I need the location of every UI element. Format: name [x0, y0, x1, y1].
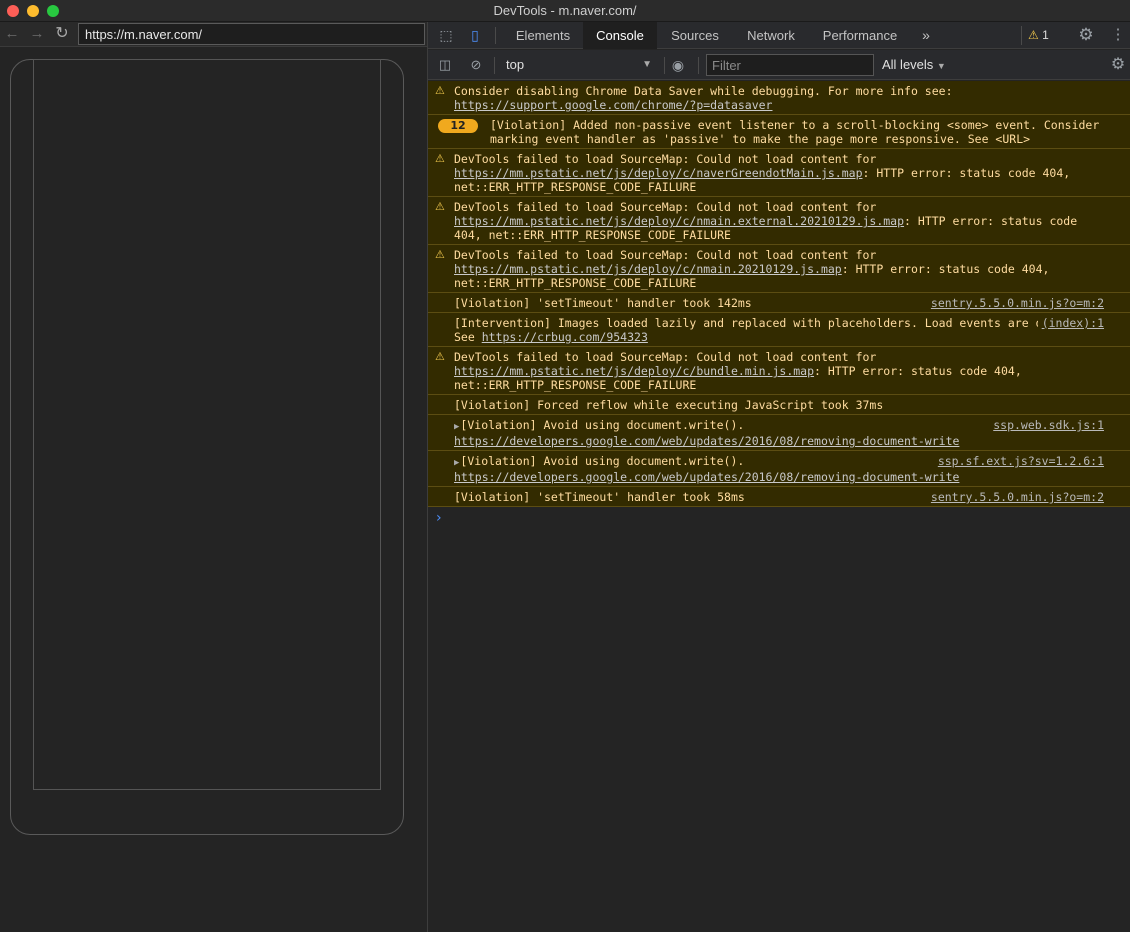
message-source-link[interactable]: ssp.web.sdk.js:1: [989, 418, 1104, 432]
console-prompt[interactable]: ›: [428, 507, 1130, 529]
inspect-element-icon[interactable]: ⬚: [436, 26, 456, 44]
console-settings-gear-icon[interactable]: ⚙: [1108, 56, 1128, 74]
message-link[interactable]: https://developers.google.com/web/update…: [454, 434, 959, 448]
chevron-down-icon: ▼: [936, 61, 946, 71]
url-bar: ← → ↻: [0, 22, 427, 47]
console-message[interactable]: [Violation] Forced reflow while executin…: [428, 395, 1130, 415]
message-text: DevTools failed to load SourceMap: Could…: [454, 200, 877, 214]
forward-arrow-icon[interactable]: →: [27, 25, 47, 43]
message-text: [Violation] Avoid using document.write()…: [460, 454, 745, 468]
console-message[interactable]: (index):1 [Intervention] Images loaded la…: [428, 313, 1130, 347]
show-console-sidebar-icon[interactable]: ◫: [435, 56, 455, 74]
repeat-count-badge[interactable]: 12: [438, 119, 478, 133]
tab-performance[interactable]: Performance: [816, 22, 904, 49]
console-message[interactable]: ssp.web.sdk.js:1 ▶[Violation] Avoid using…: [428, 415, 1130, 451]
warning-count: 1: [1042, 28, 1049, 42]
devtools-tabbar: ⬚ ▯ Elements Console Sources Network Per…: [428, 22, 1130, 49]
console-message[interactable]: ⚠ DevTools failed to load SourceMap: Coul…: [428, 347, 1130, 395]
tab-elements[interactable]: Elements: [506, 22, 580, 49]
message-text: [Violation] 'setTimeout' handler took 58…: [454, 490, 745, 504]
message-text: Consider disabling Chrome Data Saver whi…: [454, 84, 953, 98]
log-levels-select[interactable]: All levels ▼: [882, 55, 962, 75]
console-message[interactable]: ⚠ DevTools failed to load SourceMap: Coul…: [428, 197, 1130, 245]
message-text: DevTools failed to load SourceMap: Could…: [454, 152, 877, 166]
reload-icon[interactable]: ↻: [52, 25, 72, 43]
console-message[interactable]: ⚠ Consider disabling Chrome Data Saver wh…: [428, 81, 1130, 115]
console-message-list: ⚠ Consider disabling Chrome Data Saver wh…: [428, 81, 1130, 507]
message-text: DevTools failed to load SourceMap: Could…: [454, 350, 877, 364]
message-link[interactable]: https://developers.google.com/web/update…: [454, 470, 959, 484]
levels-value: All levels: [882, 57, 934, 72]
tab-console[interactable]: Console: [583, 22, 657, 49]
message-link[interactable]: https://support.google.com/chrome/?p=dat…: [454, 98, 773, 112]
console-message[interactable]: ⚠ DevTools failed to load SourceMap: Coul…: [428, 149, 1130, 197]
device-screen[interactable]: [33, 59, 381, 790]
filter-input[interactable]: [706, 54, 874, 76]
toolbar-separator: [664, 57, 665, 74]
console-message[interactable]: sentry.5.5.0.min.js?o=m:2 [Violation] 'se…: [428, 487, 1130, 507]
clear-console-icon[interactable]: ⊘: [466, 56, 486, 74]
message-text: [Violation] Avoid using document.write()…: [460, 418, 745, 432]
settings-gear-icon[interactable]: ⚙: [1076, 26, 1096, 44]
devtools-panel: ⬚ ▯ Elements Console Sources Network Per…: [428, 22, 1130, 932]
message-link[interactable]: https://mm.pstatic.net/js/deploy/c/nmain…: [454, 214, 904, 228]
console-message[interactable]: 12 [Violation] Added non-passive event li…: [428, 115, 1130, 149]
console-filter-bar: ◫ ⊘ top ▼ ◉ All levels ▼ ⚙: [428, 50, 1130, 80]
message-text: [Violation] Forced reflow while executin…: [454, 398, 884, 412]
toolbar-separator: [495, 27, 496, 44]
warning-icon: ⚠: [435, 350, 445, 363]
console-message[interactable]: sentry.5.5.0.min.js?o=m:2 [Violation] 'se…: [428, 293, 1130, 313]
url-input[interactable]: [78, 23, 425, 45]
device-toolbar-icon[interactable]: ▯: [465, 26, 485, 44]
live-expression-eye-icon[interactable]: ◉: [668, 56, 688, 74]
warning-icon: ⚠: [435, 248, 445, 261]
message-text: [Violation] Added non-passive event list…: [490, 118, 1100, 146]
more-tabs-icon[interactable]: »: [916, 22, 936, 49]
warning-icon: ⚠: [435, 152, 445, 165]
tab-sources[interactable]: Sources: [662, 22, 728, 49]
message-text: DevTools failed to load SourceMap: Could…: [454, 248, 877, 262]
warning-icon: ⚠: [435, 200, 445, 213]
toolbar-separator: [494, 57, 495, 74]
warning-counter-badge[interactable]: ⚠ 1: [1021, 26, 1056, 45]
window-titlebar: DevTools - m.naver.com/: [0, 0, 1130, 22]
warning-icon: ⚠: [1028, 28, 1039, 42]
message-link[interactable]: https://crbug.com/954323: [482, 330, 648, 344]
context-value: top: [506, 57, 525, 72]
warning-icon: ⚠: [435, 84, 445, 97]
back-arrow-icon[interactable]: ←: [2, 25, 22, 43]
message-link[interactable]: https://mm.pstatic.net/js/deploy/c/naver…: [454, 166, 863, 180]
context-select[interactable]: top ▼: [502, 55, 652, 75]
console-message[interactable]: ssp.sf.ext.js?sv=1.2.6:1 ▶[Violation] Avo…: [428, 451, 1130, 487]
message-link[interactable]: https://mm.pstatic.net/js/deploy/c/nmain…: [454, 262, 842, 276]
message-source-link[interactable]: sentry.5.5.0.min.js?o=m:2: [926, 296, 1104, 310]
console-message[interactable]: ⚠ DevTools failed to load SourceMap: Coul…: [428, 245, 1130, 293]
message-link[interactable]: https://mm.pstatic.net/js/deploy/c/bundl…: [454, 364, 814, 378]
message-source-link[interactable]: sentry.5.5.0.min.js?o=m:2: [926, 490, 1104, 504]
chevron-down-icon: ▼: [642, 59, 652, 70]
window-title: DevTools - m.naver.com/: [493, 3, 637, 18]
toolbar-separator: [698, 57, 699, 74]
message-text: [Violation] 'setTimeout' handler took 14…: [454, 296, 752, 310]
expand-triangle-icon[interactable]: ▶: [454, 458, 459, 468]
message-source-link[interactable]: (index):1: [1037, 316, 1104, 330]
expand-triangle-icon[interactable]: ▶: [454, 422, 459, 432]
tab-network[interactable]: Network: [738, 22, 804, 49]
more-options-icon[interactable]: ⋮: [1108, 26, 1128, 44]
console-messages: ⚠ Consider disabling Chrome Data Saver wh…: [428, 81, 1130, 932]
prompt-chevron-icon: ›: [436, 510, 442, 526]
message-source-link[interactable]: ssp.sf.ext.js?sv=1.2.6:1: [933, 454, 1104, 468]
